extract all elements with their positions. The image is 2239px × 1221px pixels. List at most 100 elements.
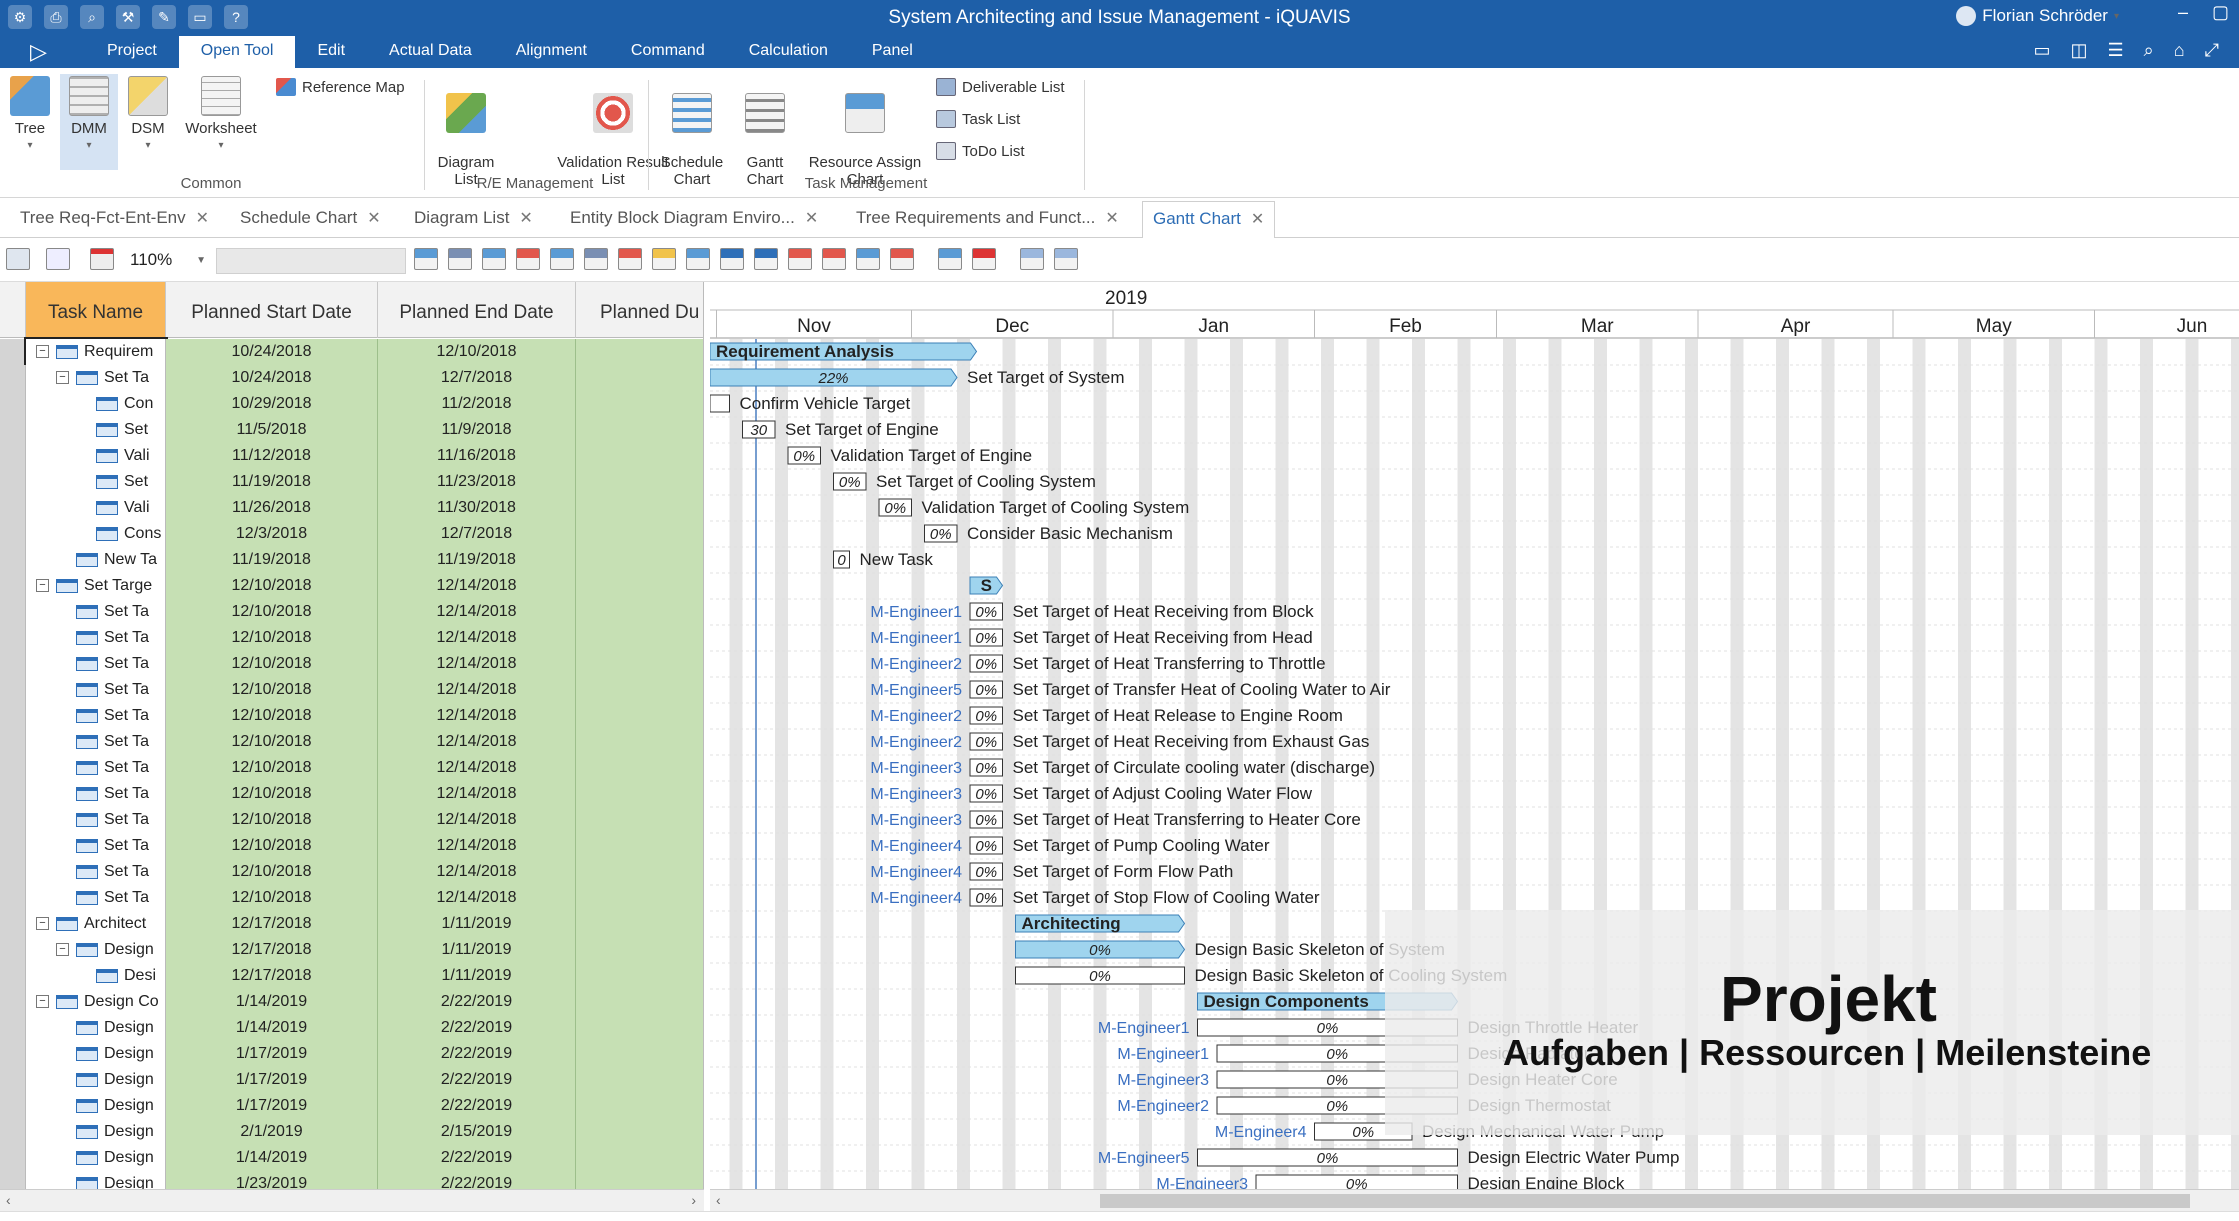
planned-end-cell[interactable]: 12/10/2018: [378, 339, 576, 365]
table-row[interactable]: Design 1/14/2019 2/22/2019: [0, 1145, 703, 1171]
scrollbar-thumb[interactable]: [1100, 1194, 2190, 1208]
planned-start-cell[interactable]: 11/19/2018: [166, 469, 378, 495]
table-row[interactable]: Set 11/19/2018 11/23/2018: [0, 469, 703, 495]
table-row[interactable]: − Design 12/17/2018 1/11/2019: [0, 937, 703, 963]
task-name-cell[interactable]: Con: [26, 391, 166, 417]
resource-assign-chart-button[interactable]: Resource Assign Chart: [800, 76, 930, 188]
column-width-icon[interactable]: [6, 248, 30, 270]
planned-end-cell[interactable]: 12/7/2018: [378, 521, 576, 547]
critical-path-icon[interactable]: [788, 248, 812, 270]
filter-icon[interactable]: [856, 248, 880, 270]
link-icon[interactable]: [550, 248, 574, 270]
planned-start-cell[interactable]: 12/10/2018: [166, 703, 378, 729]
close-icon[interactable]: ✕: [1105, 210, 1118, 227]
planned-duration-cell[interactable]: [576, 1041, 703, 1067]
row-selector[interactable]: [0, 885, 26, 911]
grid-horizontal-scrollbar[interactable]: ‹ ›: [0, 1189, 704, 1211]
planned-duration-cell[interactable]: [576, 963, 703, 989]
planned-duration-cell[interactable]: [576, 443, 703, 469]
column-header-task-name[interactable]: Task Name: [26, 282, 166, 338]
planned-start-cell[interactable]: 12/10/2018: [166, 599, 378, 625]
planned-duration-cell[interactable]: [576, 755, 703, 781]
menu-tab-actual-data[interactable]: Actual Data: [367, 36, 494, 68]
row-selector[interactable]: [0, 391, 26, 417]
scroll-left-icon[interactable]: ‹: [716, 1192, 721, 1208]
row-selector[interactable]: [0, 365, 26, 391]
planned-duration-cell[interactable]: [576, 1171, 703, 1190]
task-name-cell[interactable]: Vali: [26, 495, 166, 521]
row-selector[interactable]: [0, 599, 26, 625]
planned-start-cell[interactable]: 10/24/2018: [166, 339, 378, 365]
planned-duration-cell[interactable]: [576, 911, 703, 937]
row-selector[interactable]: [0, 859, 26, 885]
planned-start-cell[interactable]: 10/29/2018: [166, 391, 378, 417]
split-pane-icon[interactable]: ◫: [2070, 40, 2087, 61]
gantt-view-icon[interactable]: [414, 248, 438, 270]
task-name-cell[interactable]: Vali: [26, 443, 166, 469]
table-row[interactable]: Set Ta 12/10/2018 12/14/2018: [0, 651, 703, 677]
planned-duration-cell[interactable]: [576, 417, 703, 443]
planned-end-cell[interactable]: 12/14/2018: [378, 729, 576, 755]
planned-end-cell[interactable]: 11/2/2018: [378, 391, 576, 417]
task-name-cell[interactable]: Set Ta: [26, 885, 166, 911]
zoom-select[interactable]: 110% ▼: [124, 248, 210, 272]
table-row[interactable]: New Ta 11/19/2018 11/19/2018: [0, 547, 703, 573]
milestone-icon[interactable]: [822, 248, 846, 270]
task-name-cell[interactable]: − Requirem: [24, 337, 168, 367]
task-name-cell[interactable]: New Ta: [26, 547, 166, 573]
table-row[interactable]: Set Ta 12/10/2018 12/14/2018: [0, 703, 703, 729]
planned-end-cell[interactable]: 2/22/2019: [378, 1067, 576, 1093]
planned-end-cell[interactable]: 12/14/2018: [378, 573, 576, 599]
planned-start-cell[interactable]: 2/1/2019: [166, 1119, 378, 1145]
planned-duration-cell[interactable]: [576, 807, 703, 833]
menu-tab-panel[interactable]: Panel: [850, 36, 935, 68]
planned-end-cell[interactable]: 2/15/2019: [378, 1119, 576, 1145]
planned-end-cell[interactable]: 2/22/2019: [378, 1015, 576, 1041]
planned-end-cell[interactable]: 2/22/2019: [378, 1093, 576, 1119]
planned-start-cell[interactable]: 12/10/2018: [166, 573, 378, 599]
row-selector[interactable]: [0, 1119, 26, 1145]
task-name-cell[interactable]: Set Ta: [26, 599, 166, 625]
diagram-list-button[interactable]: Diagram List: [432, 76, 500, 188]
table-row[interactable]: Vali 11/26/2018 11/30/2018: [0, 495, 703, 521]
row-selector[interactable]: [0, 1067, 26, 1093]
row-selector[interactable]: [0, 625, 26, 651]
column-header-planned-duration[interactable]: Planned Du: [576, 282, 703, 338]
task-name-cell[interactable]: Set Ta: [26, 703, 166, 729]
schedule-chart-button[interactable]: Schedule Chart: [656, 76, 728, 188]
search-icon[interactable]: ⌕: [2144, 40, 2154, 61]
row-selector[interactable]: [0, 443, 26, 469]
close-icon[interactable]: ✕: [805, 210, 818, 227]
planned-duration-cell[interactable]: [576, 989, 703, 1015]
home-icon[interactable]: ⌂: [2174, 40, 2185, 61]
task-name-cell[interactable]: Set Ta: [26, 755, 166, 781]
list-view-icon[interactable]: ☰: [2107, 40, 2123, 61]
task-name-cell[interactable]: Set: [26, 469, 166, 495]
menu-tab-calculation[interactable]: Calculation: [727, 36, 850, 68]
row-selector[interactable]: [0, 703, 26, 729]
planned-start-cell[interactable]: 12/10/2018: [166, 651, 378, 677]
planned-start-cell[interactable]: 11/26/2018: [166, 495, 378, 521]
planned-end-cell[interactable]: 11/30/2018: [378, 495, 576, 521]
row-selector[interactable]: [0, 781, 26, 807]
table-row[interactable]: Set Ta 12/10/2018 12/14/2018: [0, 755, 703, 781]
table-row[interactable]: Design 2/1/2019 2/15/2019: [0, 1119, 703, 1145]
planned-duration-cell[interactable]: [576, 1015, 703, 1041]
planned-start-cell[interactable]: 12/10/2018: [166, 859, 378, 885]
table-icon[interactable]: [972, 248, 996, 270]
single-pane-icon[interactable]: ▭: [2033, 40, 2050, 61]
task-list-button[interactable]: Task List: [936, 110, 1020, 128]
tab-tree-requirements[interactable]: Tree Requirements and Funct... ✕: [856, 208, 1119, 228]
scroll-right-icon[interactable]: ›: [691, 1192, 696, 1208]
planned-start-cell[interactable]: 1/17/2019: [166, 1067, 378, 1093]
planned-start-cell[interactable]: 1/23/2019: [166, 1171, 378, 1190]
collapse-toggle-icon[interactable]: −: [36, 579, 49, 593]
row-selector[interactable]: [0, 417, 26, 443]
table-row[interactable]: Design 1/14/2019 2/22/2019: [0, 1015, 703, 1041]
task-name-cell[interactable]: Desi: [26, 963, 166, 989]
planned-duration-cell[interactable]: [576, 365, 703, 391]
task-name-cell[interactable]: Set Ta: [26, 859, 166, 885]
planned-start-cell[interactable]: 1/14/2019: [166, 989, 378, 1015]
gantt-view2-icon[interactable]: [448, 248, 472, 270]
row-selector[interactable]: [0, 937, 26, 963]
